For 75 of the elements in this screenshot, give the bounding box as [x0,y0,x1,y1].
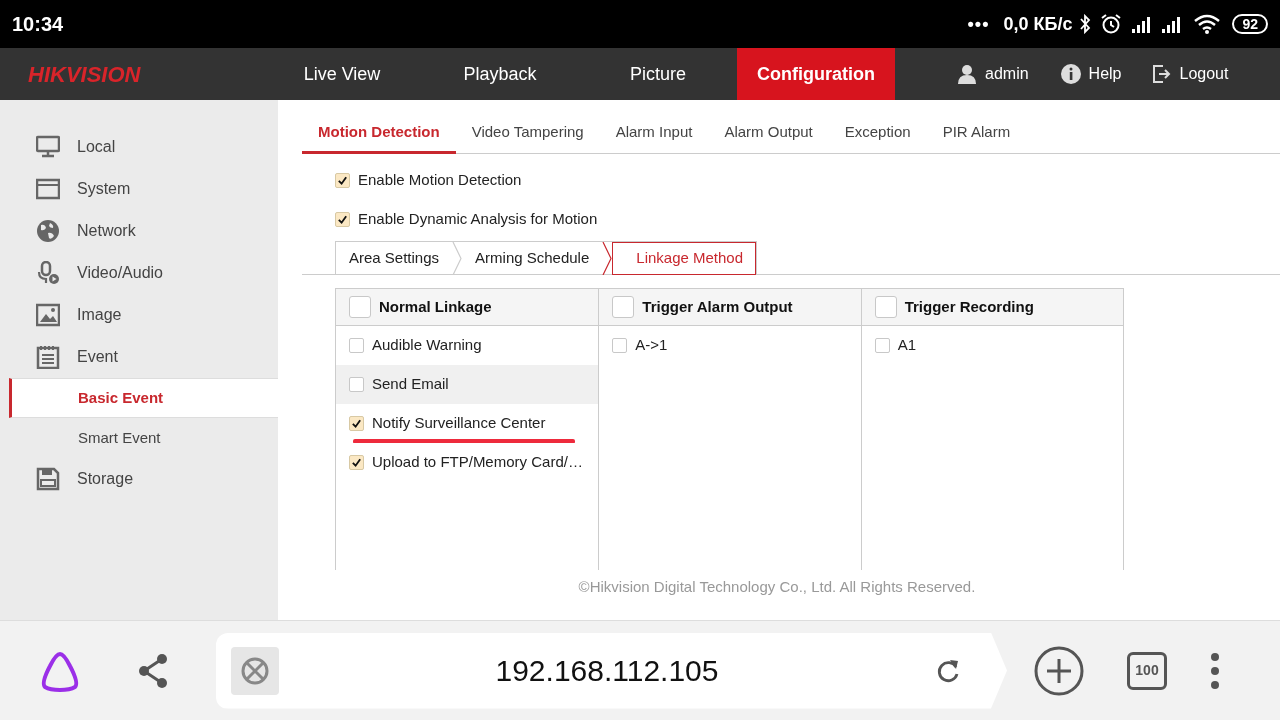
linkage-option: Send Email [372,373,449,396]
logout-icon [1153,65,1172,83]
image-icon [36,303,60,327]
sidebar-item[interactable]: Network [0,210,278,252]
checkbox[interactable] [349,416,364,431]
option-label: Enable Motion Detection [358,169,522,190]
wifi-icon [1194,14,1221,34]
nav-tab[interactable]: Picture [579,48,737,100]
sidebar-item[interactable]: Local [0,126,278,168]
battery-indicator: 92 [1232,14,1268,34]
column-header: Normal Linkage [379,296,492,317]
info-icon [1060,64,1081,84]
window-icon [36,177,60,201]
sidebar-item[interactable]: Event [0,336,278,378]
linkage-option: Audible Warning [372,334,482,357]
column-header: Trigger Alarm Output [642,296,793,317]
logout-link[interactable]: Logout [1179,62,1229,86]
column-header: Trigger Recording [904,296,1034,317]
step-tab[interactable]: Linkage Method [612,242,757,275]
calendar-list-icon [36,345,60,369]
nav-tab[interactable]: Playback [421,48,579,100]
checkbox[interactable] [874,338,890,353]
network-speed: 0,0 КБ/с [1003,12,1073,36]
checkbox[interactable] [612,296,635,318]
username: admin [985,64,1029,84]
step-tab[interactable]: Area Settings [336,242,453,275]
signal-icon [1132,15,1153,33]
logo: HIKVISION [27,60,142,89]
nav-tab[interactable]: Live View [263,48,421,100]
sub-tab[interactable]: PIR Alarm [926,114,1027,154]
linkage-option: A1 [897,334,916,357]
tab-count-button[interactable]: 100 [1127,651,1167,690]
linkage-row[interactable]: Send Email [336,365,599,404]
linkage-option: A->1 [635,334,668,357]
add-tab-icon [1034,645,1084,696]
signal-icon [1162,15,1183,33]
checkbox[interactable] [874,296,897,318]
copyright-text: ©Hikvision Digital Technology Co., Ltd. All Rights Reserved. [577,577,977,597]
bluetooth-icon [1078,14,1093,34]
checkbox[interactable] [335,172,350,188]
checkbox[interactable] [612,338,628,353]
sub-tab[interactable]: Alarm Input [599,114,709,154]
step-tab[interactable]: Arming Schedule [462,242,603,275]
address-bar[interactable]: 192.168.112.105 [216,632,1007,709]
sub-tab[interactable]: Exception [828,114,927,154]
more-vertical-icon [1210,651,1220,690]
nav-tab[interactable]: Configuration [737,48,895,100]
sidebar-item[interactable]: Storage [0,458,278,500]
alarm-clock-icon [1100,13,1123,35]
sub-tab[interactable]: Video Tampering [455,114,600,154]
checkbox[interactable] [335,211,350,227]
monitor-icon [36,135,60,159]
help-link[interactable]: Help [1088,62,1122,86]
linkage-option: Upload to FTP/Memory Card/… [372,451,583,474]
microphone-camera-icon [36,261,60,285]
sidebar-subitem[interactable]: Smart Event [9,418,278,458]
linkage-option: Notify Surveillance Center [372,412,546,435]
chevron-icon [602,242,613,275]
sub-tab[interactable]: Motion Detection [302,114,456,154]
sidebar-item[interactable]: System [0,168,278,210]
sidebar-item[interactable]: Image [0,294,278,336]
sidebar-item[interactable]: Video/Audio [0,252,278,294]
sub-tab[interactable]: Alarm Output [708,114,829,154]
sidebar-subitem[interactable]: Basic Event [9,378,278,418]
globe-icon [36,219,60,243]
clock: 10:34 [12,12,64,37]
more-dots: ••• [967,12,990,36]
user-icon [957,64,977,84]
checkbox[interactable] [349,455,364,470]
checkbox[interactable] [349,377,364,392]
share-icon [136,652,170,689]
checkbox[interactable] [349,338,364,353]
blocked-globe-icon [231,646,279,695]
option-label: Enable Dynamic Analysis for Motion [358,208,598,229]
checkbox[interactable] [349,296,371,318]
